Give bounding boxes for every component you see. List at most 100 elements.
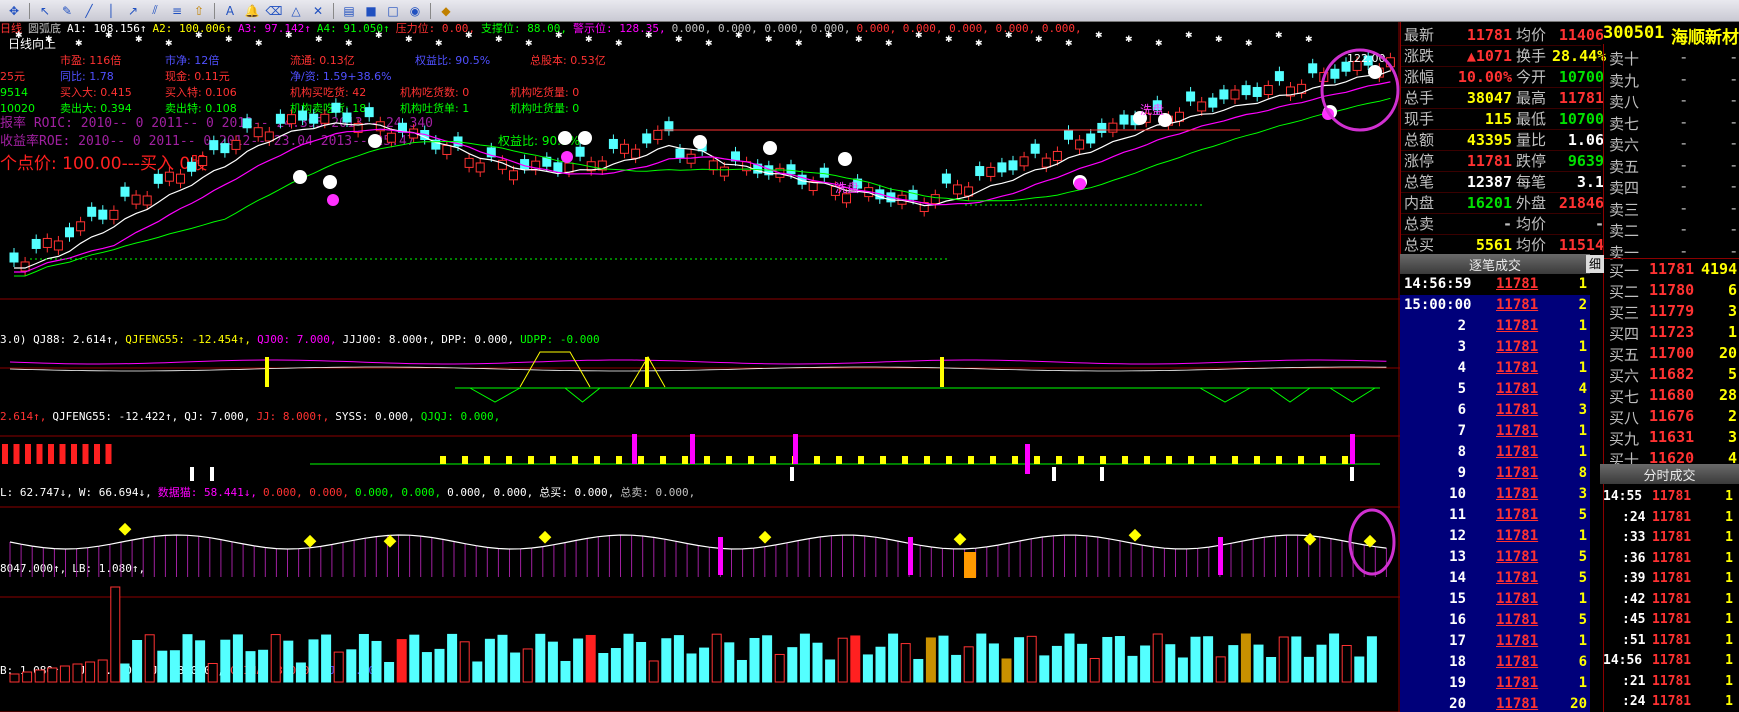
volume-bar [1215,656,1226,683]
buy-level-price[interactable]: 11781 [1649,260,1694,278]
sell-level-price[interactable]: - [1681,70,1686,88]
ray-icon[interactable]: ↗ [123,2,143,20]
tick-time: 9 [1457,465,1466,481]
channel-icon[interactable]: ⫽ [145,2,165,20]
vertical-line-icon[interactable]: │ [101,2,121,20]
diamond-icon[interactable]: ◆ [436,2,456,20]
chart-area[interactable]: 日线 圆弧底 A1: 108.156↑ A2: 100.006↑ A3: 97.142↑… [0,22,1400,712]
line-icon[interactable]: ╱ [79,2,99,20]
minute-volume: 1 [1725,591,1733,607]
eraser-icon[interactable]: ⌫ [264,2,284,20]
signal-star: ✱ [1245,39,1253,49]
indicator3-header-item: 0.000, 0.000, [355,486,441,499]
minute-trade-row[interactable]: :39 11781 1 [1600,568,1739,589]
clipboard-icon[interactable]: ▤ [339,2,359,20]
tick-trade-row[interactable]: 12 11781 1 [1400,526,1590,547]
tick-trade-row[interactable]: 6 11781 3 [1400,400,1590,421]
tick-trade-row[interactable]: 4 11781 1 [1400,358,1590,379]
signal-star: ✱ [195,31,203,41]
minute-trade-row[interactable]: :21 11781 1 [1600,671,1739,692]
lock-icon[interactable]: ■ [361,2,381,20]
tick-trades-list[interactable]: 14:56:59 11781 1 15:00:00 11781 2 2 11781 1 3 1178… [1400,274,1590,712]
volume-bar [850,635,861,683]
tick-trade-row[interactable]: 19 11781 1 [1400,673,1590,694]
buy-level-price[interactable]: 11676 [1649,407,1694,425]
minute-trade-row[interactable]: :24 11781 1 [1600,507,1739,528]
tick-trade-row[interactable]: 10 11781 3 [1400,484,1590,505]
ind2-magenta-bar [690,434,695,464]
buy-level-price[interactable]: 11779 [1649,302,1694,320]
minute-trade-row[interactable]: :42 11781 1 [1600,589,1739,610]
toolbar-separator [430,2,431,19]
candle-body [242,118,252,129]
pen-icon[interactable]: ✎ [57,2,77,20]
sell-level-price[interactable]: - [1681,242,1686,260]
candle-body [564,162,574,173]
tick-trade-row[interactable]: 14:56:59 11781 1 [1400,274,1590,295]
tick-trade-row[interactable]: 13 11781 5 [1400,547,1590,568]
minute-trade-row[interactable]: :33 11781 1 [1600,527,1739,548]
tick-trade-row[interactable]: 3 11781 1 [1400,337,1590,358]
sell-level-price[interactable]: - [1681,134,1686,152]
unlock-icon[interactable]: □ [383,2,403,20]
buy-level-volume: 28 [1718,386,1737,404]
tick-trade-row[interactable]: 16 11781 5 [1400,610,1590,631]
tick-trade-row[interactable]: 15:00:00 11781 2 [1400,295,1590,316]
move-icon[interactable]: ✥ [4,2,24,20]
visibility-icon[interactable]: ◉ [405,2,425,20]
buy-level-price[interactable]: 11780 [1649,281,1694,299]
minute-trade-row[interactable]: :36 11781 1 [1600,548,1739,569]
ind2-yellow-bar [1210,456,1216,464]
tick-trade-row[interactable]: 20 11781 20 [1400,694,1590,712]
minute-trade-row[interactable]: 14:56 11781 1 [1600,650,1739,671]
tick-trade-row[interactable]: 5 11781 4 [1400,379,1590,400]
sell-level-price[interactable]: - [1681,177,1686,195]
sell-level-price[interactable]: - [1681,48,1686,66]
tick-detail-tab[interactable]: 细 [1586,255,1604,273]
quote-label: 总买 [1404,236,1435,254]
arrow-up-icon[interactable]: ⇧ [189,2,209,20]
kline-chart-svg[interactable]: 日线 圆弧底 A1: 108.156↑ A2: 100.006↑ A3: 97.142↑… [0,22,1400,712]
tick-trade-row[interactable]: 18 11781 6 [1400,652,1590,673]
volume-bar [1354,656,1365,683]
volume-bar [371,640,382,683]
triangle-icon[interactable]: △ [286,2,306,20]
fundamental-info: 流通: 0.13亿 [290,53,355,67]
tick-trade-row[interactable]: 17 11781 1 [1400,631,1590,652]
tick-trades-header[interactable]: 逐笔成交 细 [1400,254,1604,274]
tick-trade-row[interactable]: 11 11781 5 [1400,505,1590,526]
sell-level-price[interactable]: - [1681,113,1686,131]
text-icon[interactable]: A [220,2,240,20]
delete-icon[interactable]: ✕ [308,2,328,20]
signal-star: ✱ [615,39,623,49]
minute-trade-row[interactable]: :45 11781 1 [1600,609,1739,630]
minute-trades-header[interactable]: 分时成交 [1600,464,1739,484]
tick-trade-row[interactable]: 2 11781 1 [1400,316,1590,337]
minute-trade-row[interactable]: :51 11781 1 [1600,630,1739,651]
sell-level-price[interactable]: - [1681,156,1686,174]
buy-level-price[interactable]: 11682 [1649,365,1694,383]
fib-icon[interactable]: ≡ [167,2,187,20]
volume-bar [1228,645,1239,683]
buy-level-price[interactable]: 11680 [1649,386,1694,404]
minute-trade-row[interactable]: :24 11781 1 [1600,691,1739,712]
sell-level-price[interactable]: - [1681,91,1686,109]
tick-time: 8 [1457,444,1466,460]
tick-trade-row[interactable]: 9 11781 8 [1400,463,1590,484]
volume-bar [182,634,193,683]
tick-trade-row[interactable]: 8 11781 1 [1400,442,1590,463]
buy-level-label: 买六 [1609,367,1640,385]
bell-icon[interactable]: 🔔 [242,2,262,20]
minute-trade-row[interactable]: 14:55 11781 1 [1600,486,1739,507]
cursor-icon[interactable]: ↖ [35,2,55,20]
sell-level-price[interactable]: - [1681,199,1686,217]
buy-level-price[interactable]: 11700 [1649,344,1694,362]
tick-trade-row[interactable]: 15 11781 1 [1400,589,1590,610]
volume-bar [421,652,432,683]
volume-bar [951,654,962,683]
buy-level-price[interactable]: 11631 [1649,428,1694,446]
tick-trade-row[interactable]: 7 11781 1 [1400,421,1590,442]
tick-trade-row[interactable]: 14 11781 5 [1400,568,1590,589]
sell-level-price[interactable]: - [1681,220,1686,238]
buy-level-price[interactable]: 11723 [1649,323,1694,341]
